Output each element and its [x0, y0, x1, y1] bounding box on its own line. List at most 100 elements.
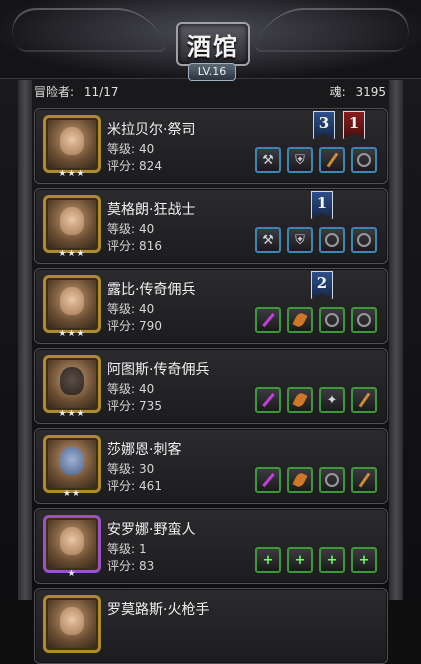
leaf-icon[interactable]: [287, 307, 313, 333]
plus-icon[interactable]: +: [287, 547, 313, 573]
slot-glyph: [261, 392, 275, 408]
ring-icon[interactable]: [351, 147, 377, 173]
plus-icon[interactable]: +: [351, 547, 377, 573]
adventurer-card[interactable]: ★★★ 米拉贝尔·祭司 等级: 40 评分: 824 3 1 ⚒ ⛨: [34, 108, 388, 184]
blade-icon[interactable]: [255, 387, 281, 413]
hero-face: [60, 287, 84, 315]
score-label: 评分:: [107, 319, 136, 333]
staff-icon[interactable]: [319, 147, 345, 173]
equipment-slots: ⚒ ⛨: [255, 227, 377, 253]
hero-name: 莎娜恩·刺客: [107, 442, 182, 458]
score-label: 评分:: [107, 239, 136, 253]
armor-icon[interactable]: ⛨: [287, 147, 313, 173]
rank-ribbon: 1: [311, 191, 333, 219]
score-value: 735: [139, 399, 162, 413]
hero-name: 罗莫路斯·火枪手: [107, 602, 210, 618]
equipment-slots: + + + +: [255, 547, 377, 573]
score-value: 824: [139, 159, 162, 173]
adventurer-card[interactable]: ★★★ 莫格朗·狂战士 等级: 40 评分: 816 1 ⚒ ⛨: [34, 188, 388, 264]
star-rating: [43, 649, 101, 659]
hero-level: 等级: 40: [107, 300, 154, 317]
leaf-icon[interactable]: [287, 467, 313, 493]
level-value: 30: [139, 462, 155, 476]
hero-score: 评分: 816: [107, 237, 162, 254]
slot-glyph: [292, 471, 308, 489]
hero-portrait[interactable]: [43, 275, 101, 333]
slot-glyph: +: [326, 552, 338, 568]
blade-icon[interactable]: [255, 307, 281, 333]
level-label: 等级:: [107, 302, 136, 316]
hero-level: 等级: 1: [107, 540, 147, 557]
axe-icon[interactable]: ⚒: [255, 147, 281, 173]
ornament-left: [1, 8, 169, 52]
axe-icon[interactable]: ⚒: [255, 227, 281, 253]
ring-icon[interactable]: [319, 307, 345, 333]
level-value: 40: [139, 302, 155, 316]
page-title: 酒馆: [176, 22, 250, 66]
equipment-slots: ⚒ ⛨: [255, 147, 377, 173]
adventurer-card[interactable]: ★★ 莎娜恩·刺客 等级: 30 评分: 461: [34, 428, 388, 504]
star-rating: ★★★: [58, 409, 86, 419]
score-label: 评分:: [107, 559, 136, 573]
slot-glyph: ⚒: [262, 152, 274, 168]
hero-portrait[interactable]: [43, 355, 101, 413]
ring-icon[interactable]: [319, 467, 345, 493]
hero-name: 露比·传奇佣兵: [107, 282, 196, 298]
level-value: 40: [139, 382, 155, 396]
hero-face: [60, 447, 84, 475]
slot-glyph: [358, 472, 370, 488]
hero-face: [60, 207, 84, 235]
leaf-icon[interactable]: [287, 387, 313, 413]
staff-icon[interactable]: [351, 467, 377, 493]
hero-portrait[interactable]: [43, 195, 101, 253]
level-value: 40: [139, 222, 155, 236]
slot-glyph: ⛨: [295, 152, 305, 168]
score-label: 评分:: [107, 399, 136, 413]
staff-icon[interactable]: [351, 387, 377, 413]
hero-face: [60, 607, 84, 635]
adventurer-card[interactable]: ★ 安罗娜·野蛮人 等级: 1 评分: 83 + + + +: [34, 508, 388, 584]
slot-glyph: ⛨: [295, 232, 305, 248]
adventurer-value: 11/17: [83, 84, 119, 99]
left-rail: [18, 80, 32, 600]
hero-score: 评分: 824: [107, 157, 162, 174]
adventurer-card[interactable]: ★★★ 露比·传奇佣兵 等级: 40 评分: 790 2: [34, 268, 388, 344]
plus-icon[interactable]: +: [319, 547, 345, 573]
soul-label: 魂:: [329, 84, 346, 99]
hero-portrait[interactable]: [43, 515, 101, 573]
slot-glyph: [358, 392, 370, 408]
score-label: 评分:: [107, 479, 136, 493]
hero-portrait[interactable]: [43, 115, 101, 173]
blade-icon[interactable]: [255, 467, 281, 493]
slot-glyph: [357, 153, 371, 167]
slot-glyph: [261, 312, 275, 328]
hero-level: 等级: 30: [107, 460, 154, 477]
right-rail: [389, 80, 403, 600]
level-label: 等级:: [107, 542, 136, 556]
slot-glyph: +: [358, 552, 370, 568]
ring-icon[interactable]: [319, 227, 345, 253]
slot-glyph: [261, 472, 275, 488]
ring-icon[interactable]: [351, 227, 377, 253]
ring-icon[interactable]: [351, 307, 377, 333]
armor-icon[interactable]: ⛨: [287, 227, 313, 253]
plus-icon[interactable]: +: [255, 547, 281, 573]
hero-score: 评分: 790: [107, 317, 162, 334]
hero-level: 等级: 40: [107, 380, 154, 397]
adventurer-card[interactable]: 罗莫路斯·火枪手: [34, 588, 388, 664]
gem-icon[interactable]: ✦: [319, 387, 345, 413]
rank-ribbon: 2: [311, 271, 333, 299]
hero-portrait[interactable]: [43, 435, 101, 493]
adventurer-count: 冒险者: 11/17: [34, 83, 118, 100]
soul-count: 魂: 3195: [330, 83, 386, 100]
hero-portrait[interactable]: [43, 595, 101, 653]
hero-level: 等级: 40: [107, 140, 154, 157]
star-rating: ★★★: [58, 249, 86, 259]
star-rating: ★: [67, 569, 77, 579]
adventurer-card[interactable]: ★★★ 阿图斯·传奇佣兵 等级: 40 评分: 735 ✦: [34, 348, 388, 424]
hero-face: [60, 367, 84, 395]
slot-glyph: ✦: [326, 392, 338, 408]
star-rating: ★★★: [58, 329, 86, 339]
slot-glyph: [357, 313, 371, 327]
rank-ribbon: 1: [343, 111, 365, 139]
